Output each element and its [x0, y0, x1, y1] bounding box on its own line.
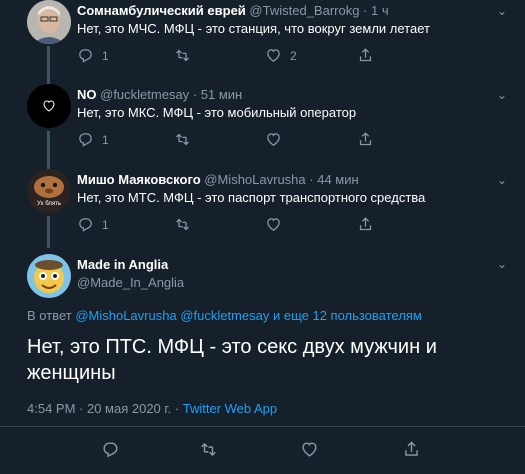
tweet-header: NO @fuckletmesay · 51 мин	[77, 87, 242, 102]
tweet-datetime[interactable]: 4:54 PM · 20 мая 2020 г. ·	[27, 401, 183, 416]
retweet-button[interactable]	[199, 440, 218, 459]
like-button[interactable]: 2	[265, 47, 297, 64]
tweet-header: Сомнамбулический еврей @Twisted_Barrokg …	[77, 3, 389, 18]
tweet-actions: 1	[77, 131, 457, 151]
reply-icon	[103, 442, 118, 458]
dot-separator: ·	[309, 172, 314, 187]
avatar[interactable]	[27, 254, 71, 298]
chevron-down-icon[interactable]: ⌄	[497, 257, 507, 271]
handle[interactable]: @Made_In_Anglia	[77, 275, 184, 290]
share-icon	[359, 132, 372, 146]
avatar-caption: Ух блять	[37, 201, 61, 207]
dot-separator: ·	[192, 87, 198, 102]
like-icon	[267, 49, 280, 62]
reply-icon	[79, 133, 92, 147]
like-button[interactable]	[265, 131, 282, 148]
dot-separator: ·	[363, 3, 368, 18]
tweet-text: Нет, это МТС. МФЦ - это паспорт транспор…	[77, 190, 426, 205]
like-icon	[267, 133, 280, 146]
share-button[interactable]	[357, 47, 374, 64]
retweet-button[interactable]	[174, 216, 191, 233]
handle[interactable]: @MishoLavrusha	[204, 172, 305, 187]
tweet-header: Мишо Маяковского @MishoLavrusha · 44 мин	[77, 172, 359, 187]
reply-button[interactable]: 1	[77, 47, 109, 64]
chevron-down-icon[interactable]: ⌄	[497, 173, 507, 187]
retweet-button[interactable]	[174, 131, 191, 148]
handle[interactable]: @Twisted_Barrokg	[249, 3, 359, 18]
timestamp[interactable]: 44 мин	[317, 172, 358, 187]
retweet-icon	[176, 133, 189, 146]
reply-count: 1	[102, 217, 109, 232]
share-button[interactable]	[402, 440, 421, 459]
retweet-icon	[176, 49, 189, 62]
chevron-down-icon[interactable]: ⌄	[497, 4, 507, 18]
avatar-image	[27, 0, 71, 44]
like-button[interactable]	[265, 216, 282, 233]
avatar-image	[27, 254, 71, 298]
retweet-button[interactable]	[174, 47, 191, 64]
reply-button[interactable]: 1	[77, 131, 109, 148]
display-name[interactable]: Сомнамбулический еврей	[77, 3, 246, 18]
tweet-actions: 1 2	[77, 47, 457, 67]
reply-button[interactable]	[101, 440, 120, 459]
timestamp[interactable]: 51 мин	[201, 87, 242, 102]
tweet-1[interactable]: Сомнамбулический еврей @Twisted_Barrokg …	[0, 0, 525, 84]
reply-icon	[79, 49, 92, 63]
reply-mentions-link[interactable]: @MishoLavrusha @fuckletmesay и еще 12 по…	[75, 308, 421, 323]
share-icon	[405, 441, 418, 456]
avatar[interactable]	[27, 84, 71, 128]
reply-button[interactable]: 1	[77, 216, 109, 233]
tweet-actions: 1	[77, 216, 457, 236]
share-button[interactable]	[357, 131, 374, 148]
retweet-icon	[201, 442, 216, 457]
tweet-text: Нет, это МКС. МФЦ - это мобильный операт…	[77, 105, 357, 120]
reply-prefix: В ответ	[27, 308, 72, 323]
divider	[0, 426, 525, 427]
display-name[interactable]: NO	[77, 87, 97, 102]
retweet-icon	[176, 218, 189, 231]
display-name[interactable]: Made in Anglia	[77, 257, 168, 272]
source-link[interactable]: Twitter Web App	[183, 401, 277, 416]
display-name[interactable]: Мишо Маяковского	[77, 172, 201, 187]
share-button[interactable]	[357, 216, 374, 233]
reply-context: В ответ @MishoLavrusha @fuckletmesay и е…	[27, 308, 422, 323]
share-icon	[359, 217, 372, 231]
reply-icon	[79, 218, 92, 232]
tweet-2[interactable]: NO @fuckletmesay · 51 мин ⌄ Нет, это МКС…	[0, 84, 525, 169]
like-button[interactable]	[300, 440, 319, 459]
reply-count: 1	[102, 132, 109, 147]
avatar-image	[27, 84, 71, 128]
reply-count: 1	[102, 48, 109, 63]
tweet-text: Нет, это ПТС. МФЦ - это секс двух мужчин…	[27, 336, 437, 384]
like-count: 2	[290, 48, 297, 63]
tweet-text: Нет, это МЧС. МФЦ - это станция, что вок…	[77, 21, 430, 36]
share-icon	[359, 48, 372, 62]
handle[interactable]: @fuckletmesay	[100, 87, 189, 102]
tweet-timestamp: 4:54 PM · 20 мая 2020 г. · Twitter Web A…	[27, 401, 277, 416]
like-icon	[302, 442, 317, 457]
chevron-down-icon[interactable]: ⌄	[497, 88, 507, 102]
tweet-3[interactable]: Ух блять Мишо Маяковского @MishoLavrusha…	[0, 169, 525, 248]
like-icon	[267, 218, 280, 231]
timestamp[interactable]: 1 ч	[371, 3, 389, 18]
tweet-actions	[0, 440, 525, 462]
avatar[interactable]: Ух блять	[27, 169, 71, 213]
avatar[interactable]	[27, 0, 71, 44]
